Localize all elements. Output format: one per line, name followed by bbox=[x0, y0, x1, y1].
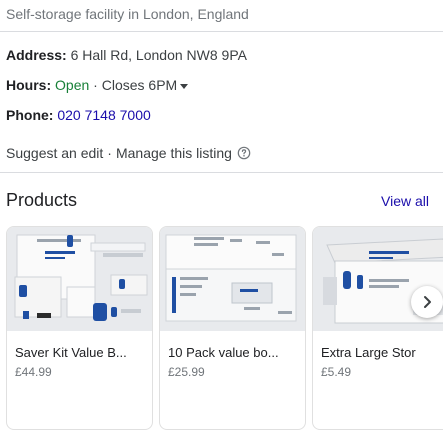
product-price: £44.99 bbox=[15, 365, 52, 379]
hours-row[interactable]: Hours: Open · Closes 6PM bbox=[6, 77, 189, 93]
phone-label: Phone: bbox=[6, 107, 54, 123]
address-label: Address: bbox=[6, 47, 67, 63]
flat-boxes-image bbox=[160, 227, 305, 331]
carousel-next-button[interactable] bbox=[411, 286, 443, 318]
phone-row: Phone: 020 7148 7000 bbox=[6, 107, 151, 123]
address-row: Address: 6 Hall Rd, London NW8 9PA bbox=[6, 47, 247, 63]
hours-status: Open bbox=[55, 77, 90, 93]
phone-link[interactable]: 020 7148 7000 bbox=[57, 107, 150, 123]
product-name: 10 Pack value bo... bbox=[168, 345, 279, 360]
divider bbox=[0, 172, 443, 173]
product-name: Saver Kit Value B... bbox=[15, 345, 127, 360]
suggest-separator: · bbox=[107, 145, 112, 161]
edit-links-row: Suggest an edit · Manage this listing bbox=[6, 145, 251, 161]
hours-separator: · bbox=[93, 77, 98, 93]
address-value[interactable]: 6 Hall Rd, London NW8 9PA bbox=[71, 47, 247, 63]
product-price: £5.49 bbox=[321, 365, 352, 379]
box-kit-image bbox=[7, 227, 152, 331]
products-heading: Products bbox=[6, 190, 78, 210]
view-all-link[interactable]: View all bbox=[381, 193, 429, 209]
manage-listing-link[interactable]: Manage this listing bbox=[116, 145, 232, 161]
hours-label: Hours: bbox=[6, 77, 52, 93]
product-card[interactable]: 10 Pack value bo... £25.99 bbox=[159, 226, 306, 430]
product-name: Extra Large Stor bbox=[321, 345, 416, 360]
chevron-right-icon bbox=[424, 296, 431, 308]
divider bbox=[0, 31, 443, 32]
caret-down-icon[interactable] bbox=[180, 83, 189, 89]
product-card[interactable]: Saver Kit Value B... £44.99 bbox=[6, 226, 153, 430]
products-carousel: Saver Kit Value B... £44.99 10 Pack valu… bbox=[6, 226, 443, 430]
business-category: Self-storage facility in London, England bbox=[6, 6, 249, 22]
product-card[interactable]: Extra Large Stor £5.49 bbox=[312, 226, 443, 430]
product-price: £25.99 bbox=[168, 365, 205, 379]
suggest-edit-link[interactable]: Suggest an edit bbox=[6, 145, 103, 161]
hours-closes[interactable]: Closes 6PM bbox=[102, 77, 177, 93]
help-circle-icon[interactable] bbox=[237, 146, 251, 160]
